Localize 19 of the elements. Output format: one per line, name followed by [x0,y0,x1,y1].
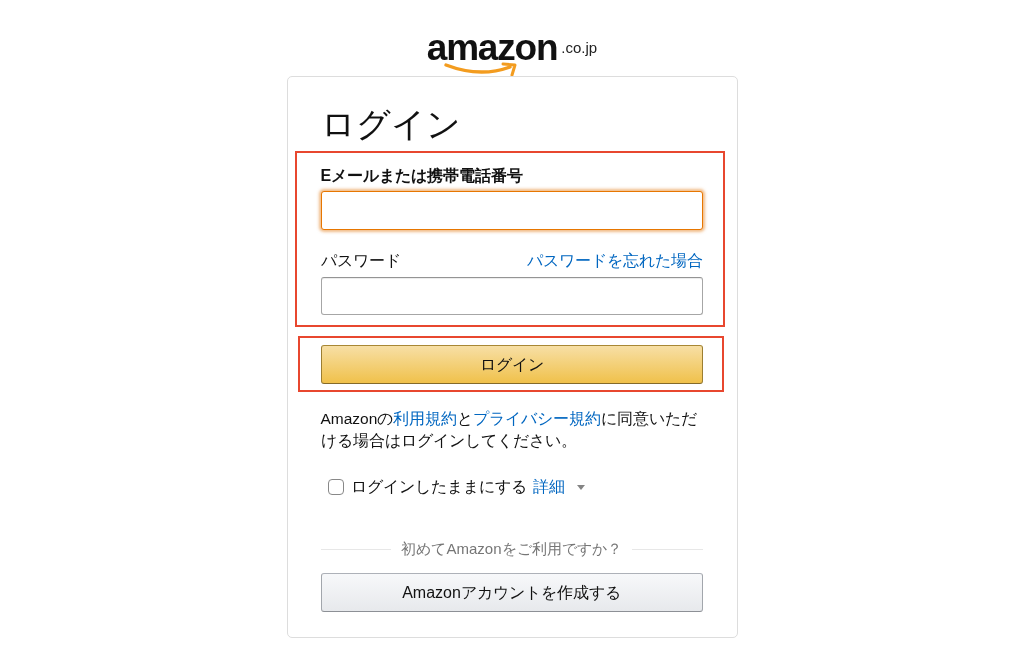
checkbox-label[interactable]: ログインしたままにする [350,476,527,498]
email-label: Eメールまたは携帯電話番号 [320,166,525,186]
policy-link[interactable]: 利用規約 [393,410,458,427]
forgot-password-link[interactable]: パスワードを忘れた場合 [526,250,703,272]
page-title: ログイン [320,104,462,144]
policy-link[interactable]: プライバシー規約 [473,410,602,427]
login-button[interactable]: ログイン [320,345,703,384]
details-link[interactable]: 詳細 [532,476,565,498]
logo-domain: .co.jp [561,40,598,56]
caret-down-icon[interactable] [576,484,585,490]
smile-arrow-icon [443,62,518,76]
logo-wordmark: amazon [426,28,558,68]
create-account-button[interactable]: Amazonアカウントを作成する [320,573,703,612]
email-field[interactable] [320,191,703,230]
terms-text: Amazonの利用規約 と プライバシー規約に同意いただける場合はログインしてください。 [320,409,699,451]
password-label: パスワード [320,251,401,271]
password-field[interactable] [320,277,703,315]
checkbox[interactable] [327,479,344,495]
new-customer-prompt: 初めてAmazonをご利用ですか？ [400,539,623,559]
